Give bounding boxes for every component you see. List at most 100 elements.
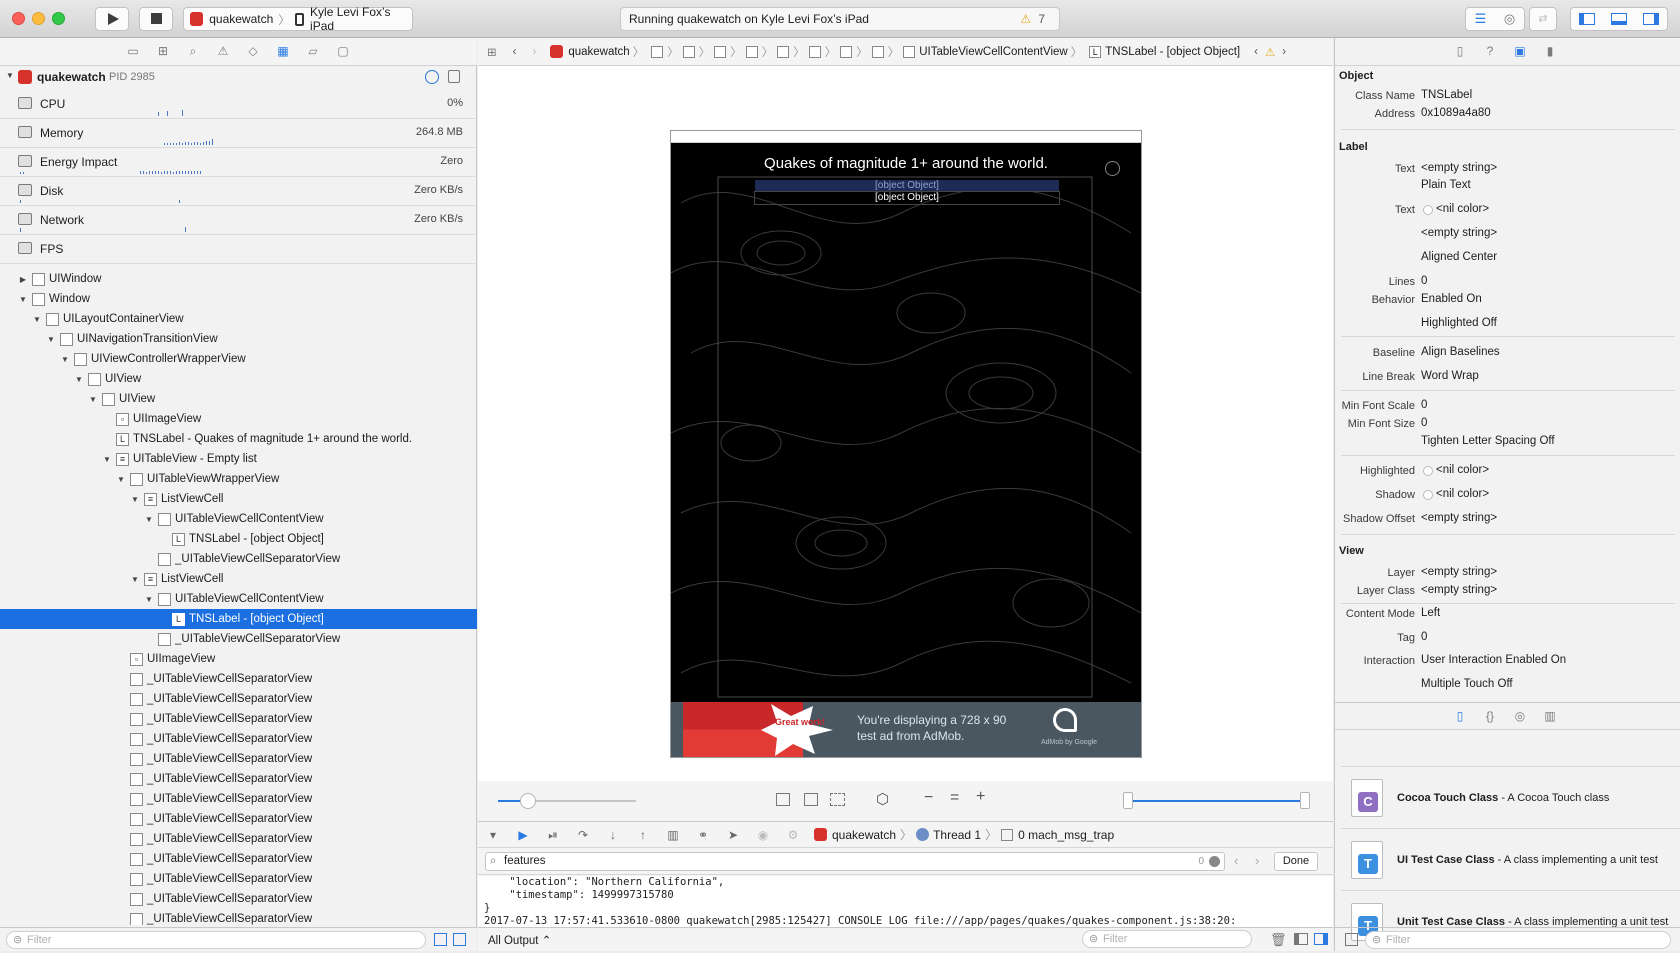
tree-row[interactable]: ▼ UITableViewCellContentView [0, 589, 477, 609]
disclosure-triangle-icon[interactable]: ▼ [74, 375, 84, 384]
view-process-by-queue-icon[interactable] [448, 70, 460, 83]
disclosure-triangle-icon[interactable]: ▼ [88, 395, 98, 404]
debug-bar-thread[interactable]: Thread 1 [933, 828, 981, 842]
scheme-selector[interactable]: quakewatch 〉 Kyle Levi Fox’s iPad [183, 5, 413, 33]
camera-icon[interactable]: ◉ [755, 828, 771, 842]
navigator-filter-input[interactable]: ⊜ Filter [6, 931, 426, 949]
console-view-toggle-icon[interactable] [1314, 933, 1328, 945]
jumpbar-view-crumb[interactable] [903, 45, 916, 58]
disclosure-triangle-icon[interactable]: ▶ [18, 275, 28, 284]
test-navigator-icon[interactable]: ◇ [246, 45, 260, 58]
navigator-toggle-icon[interactable] [1571, 8, 1603, 30]
gauge-fps[interactable]: FPS [0, 235, 477, 264]
disclosure-triangle-icon[interactable]: ▼ [6, 71, 14, 80]
jumpbar-view-crumb[interactable] [714, 45, 727, 58]
file-template-item[interactable]: C Cocoa Touch Class - A Cocoa Touch class [1341, 766, 1680, 828]
memory-graph-icon[interactable]: ⚭ [695, 828, 711, 842]
issue-navigator-icon[interactable]: ⚠ [216, 45, 230, 58]
jumpbar-view-crumb[interactable] [745, 45, 758, 58]
previous-issue-icon[interactable]: ‹ [1254, 46, 1258, 58]
range-start-handle[interactable] [1123, 792, 1133, 809]
console-output[interactable]: "location": "Northern California", "time… [478, 876, 1333, 928]
minimize-window-button[interactable] [32, 12, 45, 25]
gauge-disk[interactable]: Disk Zero KB/s [0, 177, 477, 206]
forward-arrow-icon[interactable]: › [532, 46, 536, 58]
tree-row[interactable]: _UITableViewCellSeparatorView [0, 709, 477, 729]
disclosure-triangle-icon[interactable]: ▼ [144, 515, 154, 524]
jumpbar-view-crumb[interactable] [808, 45, 821, 58]
tree-row[interactable]: _UITableViewCellSeparatorView [0, 749, 477, 769]
settings-gear-icon[interactable] [1105, 161, 1120, 176]
tree-row[interactable]: ▫ UIImageView [0, 409, 477, 429]
disclosure-triangle-icon[interactable]: ▼ [116, 475, 126, 484]
debug-view-hierarchy-icon[interactable]: ▥ [665, 828, 681, 842]
process-row[interactable]: ▼ quakewatch PID 2985 [0, 66, 477, 90]
file-inspector-icon[interactable]: ▯ [1453, 45, 1467, 58]
disclosure-triangle-icon[interactable]: ▼ [130, 495, 140, 504]
orient-3d-icon[interactable]: ⬡ [876, 790, 889, 808]
tree-row[interactable]: ▼ ≡ UITableView - Empty list [0, 449, 477, 469]
show-only-visible-views-icon[interactable] [453, 933, 466, 946]
next-match-icon[interactable]: › [1255, 853, 1259, 868]
back-arrow-icon[interactable]: ‹ [513, 46, 517, 58]
file-template-library-icon[interactable]: ▯ [1453, 710, 1467, 723]
file-template-item[interactable]: T UI Test Case Class - A class implementi… [1341, 828, 1680, 890]
tree-row[interactable]: ▼ Window [0, 289, 477, 309]
disclosure-triangle-icon[interactable]: ▼ [60, 355, 70, 364]
media-library-icon[interactable]: ▥ [1543, 710, 1557, 723]
debug-bar-frame[interactable]: 0 mach_msg_trap [1018, 828, 1114, 842]
tree-row[interactable]: ▼ UILayoutContainerView [0, 309, 477, 329]
grid-view-icon[interactable] [1345, 933, 1358, 946]
tree-row[interactable]: _UITableViewCellSeparatorView [0, 729, 477, 749]
jumpbar-view-crumb[interactable] [840, 45, 853, 58]
simulate-location-icon[interactable]: ➤ [725, 828, 741, 842]
disclosure-triangle-icon[interactable]: ▼ [130, 575, 140, 584]
zoom-window-button[interactable] [52, 12, 65, 25]
tree-row[interactable]: ▼ UIView [0, 369, 477, 389]
step-into-icon[interactable]: ↓ [605, 828, 621, 842]
clear-search-icon[interactable] [1209, 856, 1220, 867]
tree-row[interactable]: _UITableViewCellSeparatorView [0, 809, 477, 829]
jumpbar-view-crumb[interactable] [777, 45, 790, 58]
tree-row[interactable]: ▼ UIView [0, 389, 477, 409]
code-snippet-library-icon[interactable]: {} [1483, 710, 1497, 723]
admob-test-banner[interactable]: Great work! You're displaying a 728 x 90… [671, 702, 1141, 757]
tree-row[interactable]: ▼ ≡ ListViewCell [0, 569, 477, 589]
tree-row[interactable]: L TNSLabel - [object Object] [0, 529, 477, 549]
tree-row[interactable]: _UITableViewCellSeparatorView [0, 849, 477, 869]
tree-row[interactable]: _UITableViewCellSeparatorView [0, 549, 477, 569]
adjust-view-mode-icon[interactable] [830, 793, 845, 806]
range-end-handle[interactable] [1300, 792, 1310, 809]
tree-row[interactable]: _UITableViewCellSeparatorView [0, 789, 477, 809]
close-window-button[interactable] [12, 12, 25, 25]
gauge-energy-impact[interactable]: Energy Impact Zero [0, 148, 477, 177]
spacing-slider-thumb[interactable] [520, 793, 536, 809]
stop-button[interactable] [139, 7, 173, 31]
tree-row[interactable]: _UITableViewCellSeparatorView [0, 909, 477, 925]
show-only-primary-views-icon[interactable] [434, 933, 447, 946]
jumpbar-view-crumb[interactable] [682, 45, 695, 58]
disclosure-triangle-icon[interactable]: ▼ [46, 335, 56, 344]
tree-row[interactable]: ▼ UITableViewCellContentView [0, 509, 477, 529]
continue-icon[interactable]: ⏯ [545, 828, 561, 842]
zoom-out-icon[interactable]: − [924, 789, 933, 807]
step-over-icon[interactable]: ↷ [575, 828, 591, 842]
debug-bar-app[interactable]: quakewatch [832, 828, 896, 842]
disclosure-triangle-icon[interactable]: ▼ [32, 315, 42, 324]
next-issue-icon[interactable]: › [1282, 46, 1286, 58]
standard-editor-icon[interactable]: ☰ [1466, 8, 1495, 30]
scheme-app-name[interactable]: quakewatch [209, 12, 273, 26]
step-out-icon[interactable]: ↑ [635, 828, 651, 842]
object-label-2-selected[interactable]: [object Object] [754, 191, 1060, 205]
object-label-1[interactable]: [object Object] [755, 180, 1059, 192]
done-button[interactable]: Done [1274, 852, 1318, 871]
jumpbar-label[interactable]: TNSLabel - [object Object] [1105, 46, 1240, 58]
utilities-toggle-icon[interactable] [1635, 8, 1667, 30]
symbol-navigator-icon[interactable]: ⊞ [156, 45, 170, 58]
quick-help-icon[interactable]: ? [1483, 45, 1497, 58]
device-screen-render[interactable]: Quakes of magnitude 1+ around the world.… [670, 130, 1142, 758]
gauge-options-icon[interactable] [425, 70, 439, 84]
breakpoint-navigator-icon[interactable]: ▱ [306, 45, 320, 58]
version-editor-button[interactable]: ⇄ [1529, 7, 1557, 31]
tree-row[interactable]: _UITableViewCellSeparatorView [0, 669, 477, 689]
